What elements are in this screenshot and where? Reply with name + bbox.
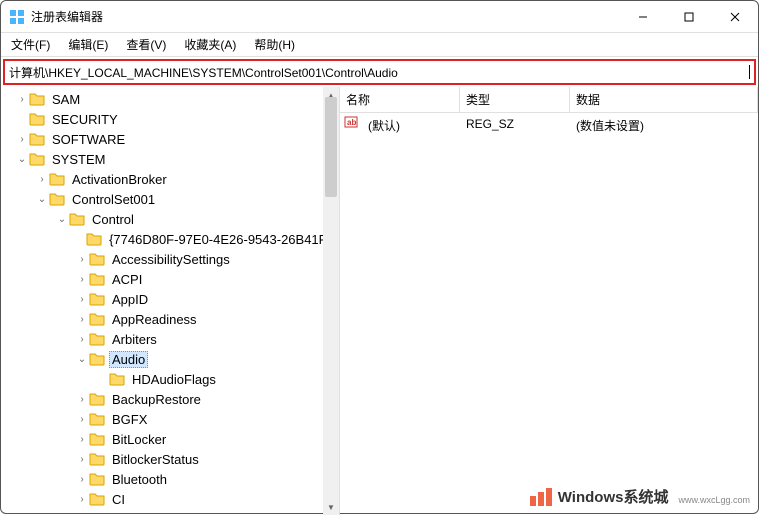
chevron-right-icon[interactable]: › [75,254,89,265]
column-data[interactable]: 数据 [570,87,758,112]
chevron-down-icon[interactable]: ⌄ [75,354,89,365]
chevron-down-icon[interactable]: ⌄ [55,214,69,225]
tree-node-appid[interactable]: ›AppID [1,289,339,309]
tree-node-audio[interactable]: ⌄Audio [1,349,339,369]
tree-node-bitlocker[interactable]: ›BitLocker [1,429,339,449]
menu-file[interactable]: 文件(F) [7,34,54,55]
chevron-right-icon[interactable]: › [75,474,89,485]
tree-scrollbar[interactable]: ▲ ▼ [323,87,339,515]
tree-node-activationbroker[interactable]: ›ActivationBroker [1,169,339,189]
text-cursor [749,65,750,79]
tree-node-system[interactable]: ⌄SYSTEM [1,149,339,169]
chevron-right-icon[interactable]: › [75,414,89,425]
chevron-right-icon[interactable]: › [75,334,89,345]
list-header: 名称 类型 数据 [340,87,758,113]
folder-icon [89,332,105,346]
chevron-right-icon[interactable]: › [75,434,89,445]
address-text: 计算机\HKEY_LOCAL_MACHINE\SYSTEM\ControlSet… [9,64,749,81]
content-area: ›SAM ›SECURITY ›SOFTWARE ⌄SYSTEM ›Activa… [1,87,758,515]
folder-icon [89,252,105,266]
tree-node-arbiters[interactable]: ›Arbiters [1,329,339,349]
watermark-brand: Windows系统城 [558,486,669,507]
folder-icon [86,232,102,246]
folder-icon [29,112,45,126]
menu-help[interactable]: 帮助(H) [250,34,299,55]
app-icon [9,9,25,25]
chevron-right-icon[interactable]: › [75,274,89,285]
chevron-right-icon[interactable]: › [15,134,29,145]
folder-icon [89,392,105,406]
list-view[interactable]: 名称 类型 数据 ab (默认) REG_SZ (数值未设置) [340,87,758,515]
tree-node-bgfx[interactable]: ›BGFX [1,409,339,429]
menu-bar: 文件(F) 编辑(E) 查看(V) 收藏夹(A) 帮助(H) [1,33,758,57]
tree-node-appreadiness[interactable]: ›AppReadiness [1,309,339,329]
chevron-right-icon[interactable]: › [15,94,29,105]
tree-node-guid[interactable]: ›{7746D80F-97E0-4E26-9543-26B41FC [1,229,339,249]
folder-icon [89,412,105,426]
tree-node-security[interactable]: ›SECURITY [1,109,339,129]
column-type[interactable]: 类型 [460,87,570,112]
list-row[interactable]: ab (默认) REG_SZ (数值未设置) [340,113,758,138]
folder-icon [89,472,105,486]
cell-name: (默认) [362,115,460,136]
folder-icon [89,452,105,466]
folder-icon [89,432,105,446]
cell-data: (数值未设置) [570,115,650,136]
tree-node-control[interactable]: ⌄Control [1,209,339,229]
watermark-url: www.wxcLgg.com [678,495,750,505]
menu-view[interactable]: 查看(V) [122,34,170,55]
tree-node-accessibility[interactable]: ›AccessibilitySettings [1,249,339,269]
address-bar[interactable]: 计算机\HKEY_LOCAL_MACHINE\SYSTEM\ControlSet… [3,59,756,85]
folder-open-icon [69,212,85,226]
scroll-down-icon[interactable]: ▼ [323,499,339,515]
tree-node-bluetooth[interactable]: ›Bluetooth [1,469,339,489]
watermark: Windows系统城 www.wxcLgg.com [530,486,750,507]
menu-edit[interactable]: 编辑(E) [64,34,112,55]
menu-favorites[interactable]: 收藏夹(A) [180,34,240,55]
title-bar: 注册表编辑器 [1,1,758,33]
folder-open-icon [49,192,65,206]
chevron-right-icon[interactable]: › [35,174,49,185]
folder-icon [89,292,105,306]
column-name[interactable]: 名称 [340,87,460,112]
tree-node-sam[interactable]: ›SAM [1,89,339,109]
folder-icon [89,492,105,506]
folder-icon [109,372,125,386]
tree-node-hdaudioflags[interactable]: ›HDAudioFlags [1,369,339,389]
folder-icon [89,312,105,326]
window-title: 注册表编辑器 [31,8,620,25]
tree-node-software[interactable]: ›SOFTWARE [1,129,339,149]
chevron-right-icon[interactable]: › [75,394,89,405]
cell-type: REG_SZ [460,115,570,136]
chevron-down-icon[interactable]: ⌄ [15,154,29,165]
tree-view[interactable]: ›SAM ›SECURITY ›SOFTWARE ⌄SYSTEM ›Activa… [1,87,339,515]
tree-node-ci[interactable]: ›CI [1,489,339,509]
watermark-logo-icon [530,488,552,506]
maximize-button[interactable] [666,1,712,32]
chevron-down-icon[interactable]: ⌄ [35,194,49,205]
tree-node-controlset001[interactable]: ⌄ControlSet001 [1,189,339,209]
folder-icon [89,272,105,286]
tree-node-acpi[interactable]: ›ACPI [1,269,339,289]
svg-text:ab: ab [347,118,356,127]
chevron-right-icon[interactable]: › [75,314,89,325]
chevron-right-icon[interactable]: › [75,454,89,465]
string-value-icon: ab [344,115,358,129]
tree-node-backuprestore[interactable]: ›BackupRestore [1,389,339,409]
close-button[interactable] [712,1,758,32]
chevron-right-icon[interactable]: › [75,294,89,305]
tree-node-bitlockerstatus[interactable]: ›BitlockerStatus [1,449,339,469]
folder-icon [29,132,45,146]
folder-icon [49,172,65,186]
window-buttons [620,1,758,32]
folder-open-icon [89,352,105,366]
folder-icon [29,92,45,106]
minimize-button[interactable] [620,1,666,32]
scroll-thumb[interactable] [325,97,337,197]
folder-open-icon [29,152,45,166]
chevron-right-icon[interactable]: › [75,494,89,505]
